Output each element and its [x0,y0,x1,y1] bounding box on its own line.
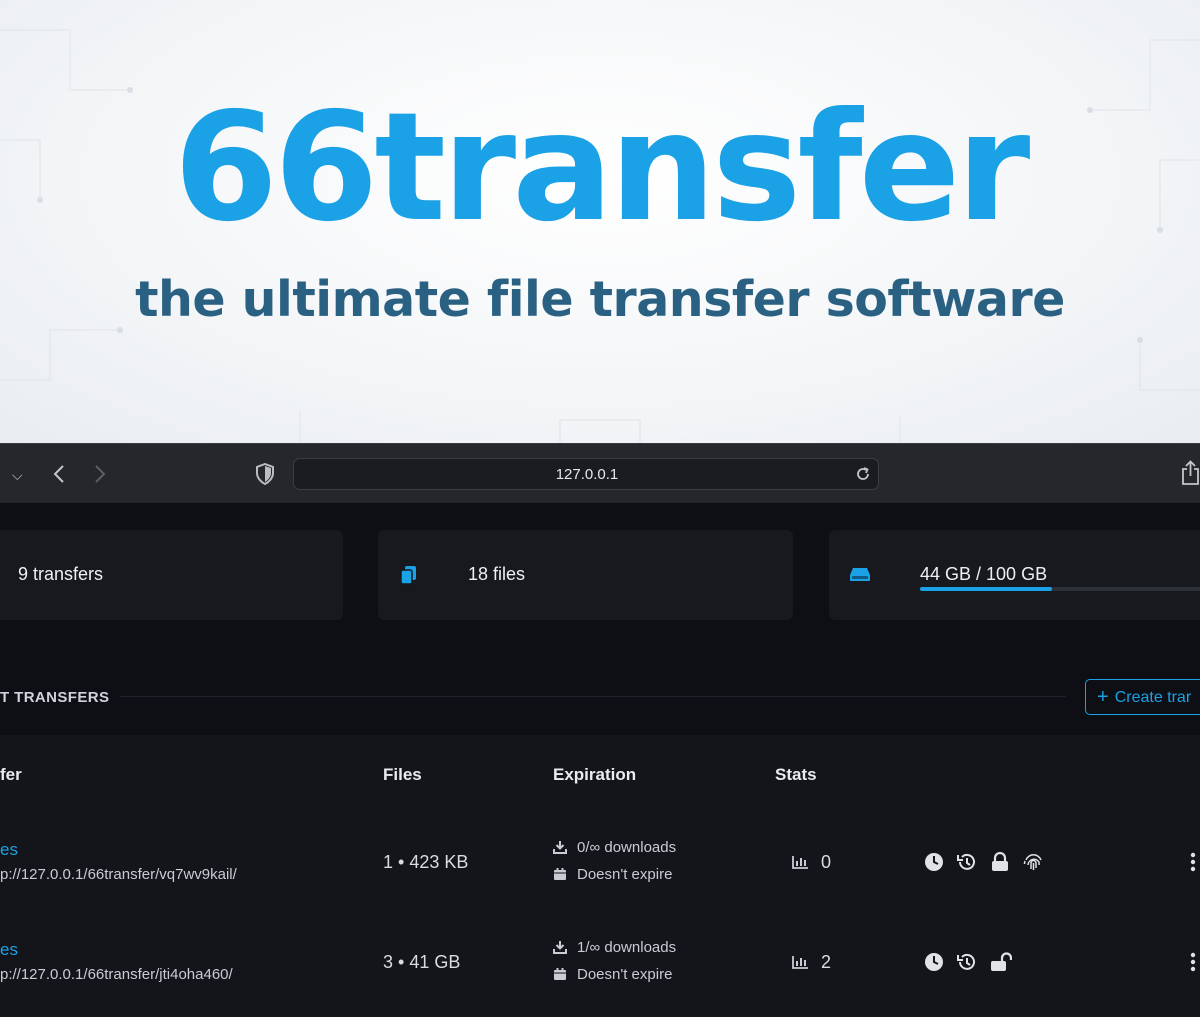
stats-cell[interactable]: 0 [792,852,831,873]
section-divider [120,696,1066,697]
storage-usage: 44 GB / 100 GB [920,564,1048,584]
hero-title: 66transfer [173,81,1031,255]
bar-chart-icon [792,856,808,869]
calendar-icon [554,868,566,880]
expiry-text: Doesn't expire [577,966,673,983]
lock-icon[interactable] [990,852,1010,872]
create-transfer-label: Create trar [1114,689,1192,706]
files-count: 18 files [468,564,526,584]
transfers-table: fer Files Expiration Stats es p://127.0.… [0,735,1200,1017]
section-title: T TRANSFERS [0,689,110,706]
kebab-menu-icon[interactable] [1190,852,1196,872]
forward-arrow-icon[interactable] [93,464,107,484]
url-text: 127.0.0.1 [555,466,619,483]
browser-toolbar: ⌵ 127.0.0.1 [0,443,1200,503]
kebab-menu-icon[interactable] [1190,952,1196,972]
storage-card: 44 GB / 100 GB [829,530,1200,620]
transfer-name-link[interactable]: es [0,840,18,860]
hard-drive-icon [850,568,870,581]
files-summary: 3 • 41 GB [383,952,461,972]
transfer-url[interactable]: p://127.0.0.1/66transfer/jti4oha460/ [0,966,233,983]
files-summary: 1 • 423 KB [383,852,469,872]
column-header-stats: Stats [775,765,817,784]
shield-icon[interactable] [256,463,274,485]
expiry-line: Doesn't expire [553,866,672,883]
downloads-line: 0/∞ downloads [553,839,676,856]
downloads-count: 0/∞ downloads [577,839,677,856]
transfer-url[interactable]: p://127.0.0.1/66transfer/vq7wv9kail/ [0,866,237,883]
hero-subtitle: the ultimate file transfer software [135,271,1065,328]
downloads-line: 1/∞ downloads [553,939,676,956]
downloads-count: 1/∞ downloads [577,939,677,956]
column-header-expiration: Expiration [553,765,637,784]
stats-cell[interactable]: 2 [792,952,831,973]
history-icon[interactable] [956,952,977,972]
files-count-card: 18 files [378,530,793,620]
expiry-text: Doesn't expire [577,866,673,883]
table-row: es p://127.0.0.1/66transfer/jti4oha460/ … [0,939,1200,1017]
stats-count: 0 [821,852,832,872]
chevron-down-icon[interactable]: ⌵ [12,464,23,486]
download-icon [553,941,567,954]
calendar-icon [554,968,566,980]
fingerprint-icon[interactable] [1023,852,1044,872]
clock-icon[interactable] [924,952,944,972]
storage-progress-bar [920,587,1200,591]
transfers-count: 9 transfers [18,564,104,584]
clock-icon[interactable] [924,852,944,872]
browser-window: ⌵ 127.0.0.1 9 transfers 18 files 44 GB /… [0,443,1200,1017]
share-icon[interactable] [1181,460,1200,486]
column-header-transfer: fer [0,765,22,784]
plus-icon: + [1097,686,1109,708]
hero-banner: 66transfer the ultimate file transfer so… [0,0,1200,443]
expiry-line: Doesn't expire [553,966,672,983]
download-icon [553,841,567,854]
storage-progress-fill [920,587,1052,591]
bar-chart-icon [792,956,808,969]
files-icon [400,566,416,585]
transfer-name-link[interactable]: es [0,940,18,960]
history-icon[interactable] [956,852,977,872]
reload-icon[interactable] [854,465,872,483]
transfers-count-card: 9 transfers [0,530,343,620]
column-header-files: Files [383,765,422,784]
table-row: es p://127.0.0.1/66transfer/vq7wv9kail/ … [0,839,1200,940]
back-arrow-icon[interactable] [52,464,66,484]
address-bar[interactable]: 127.0.0.1 [293,458,879,490]
create-transfer-button[interactable]: + Create trar [1085,679,1200,715]
stats-count: 2 [821,952,832,972]
dashboard-page: 9 transfers 18 files 44 GB / 100 GB T TR… [0,503,1200,1017]
unlock-icon[interactable] [990,952,1012,972]
